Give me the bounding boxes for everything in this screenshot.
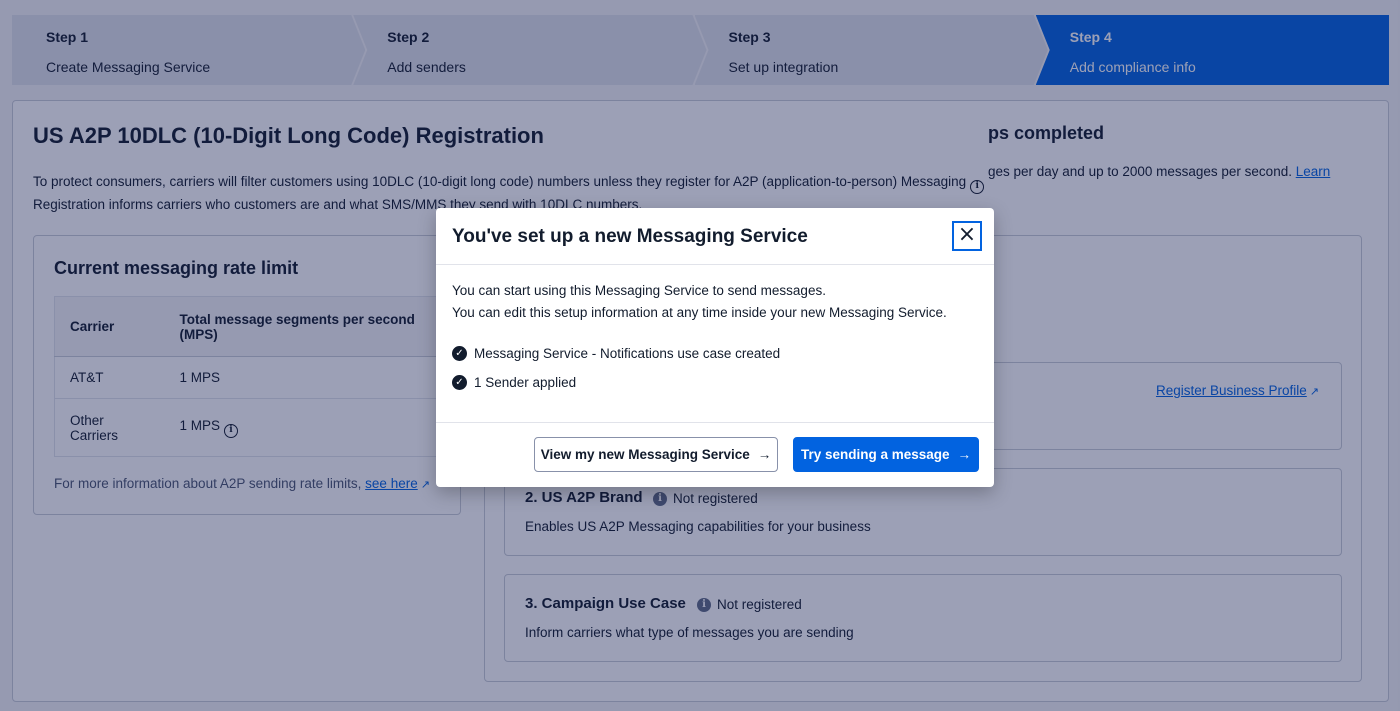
check-label: 1 Sender applied (474, 375, 577, 390)
arrow-right-icon: → (757, 447, 772, 462)
check-item: ✓ 1 Sender applied (452, 375, 576, 390)
modal-body: You can start using this Messaging Servi… (452, 280, 947, 324)
arrow-right-icon: → (957, 447, 972, 462)
button-label: Try sending a message (800, 447, 950, 462)
modal-divider (436, 422, 994, 423)
try-sending-message-button[interactable]: Try sending a message → (793, 437, 979, 472)
check-circle-icon: ✓ (452, 375, 467, 390)
body-line-2: You can edit this setup information at a… (452, 305, 947, 320)
button-label: View my new Messaging Service (540, 447, 750, 462)
success-modal: You've set up a new Messaging Service × … (436, 208, 994, 487)
modal-title: You've set up a new Messaging Service (452, 226, 808, 247)
check-label: Messaging Service - Notifications use ca… (474, 346, 781, 361)
check-circle-icon: ✓ (452, 346, 467, 361)
modal-divider (436, 264, 994, 265)
view-messaging-service-button[interactable]: View my new Messaging Service → (534, 437, 778, 472)
close-icon[interactable]: × (952, 221, 982, 251)
check-item: ✓ Messaging Service - Notifications use … (452, 346, 780, 361)
body-line-1: You can start using this Messaging Servi… (452, 283, 826, 298)
